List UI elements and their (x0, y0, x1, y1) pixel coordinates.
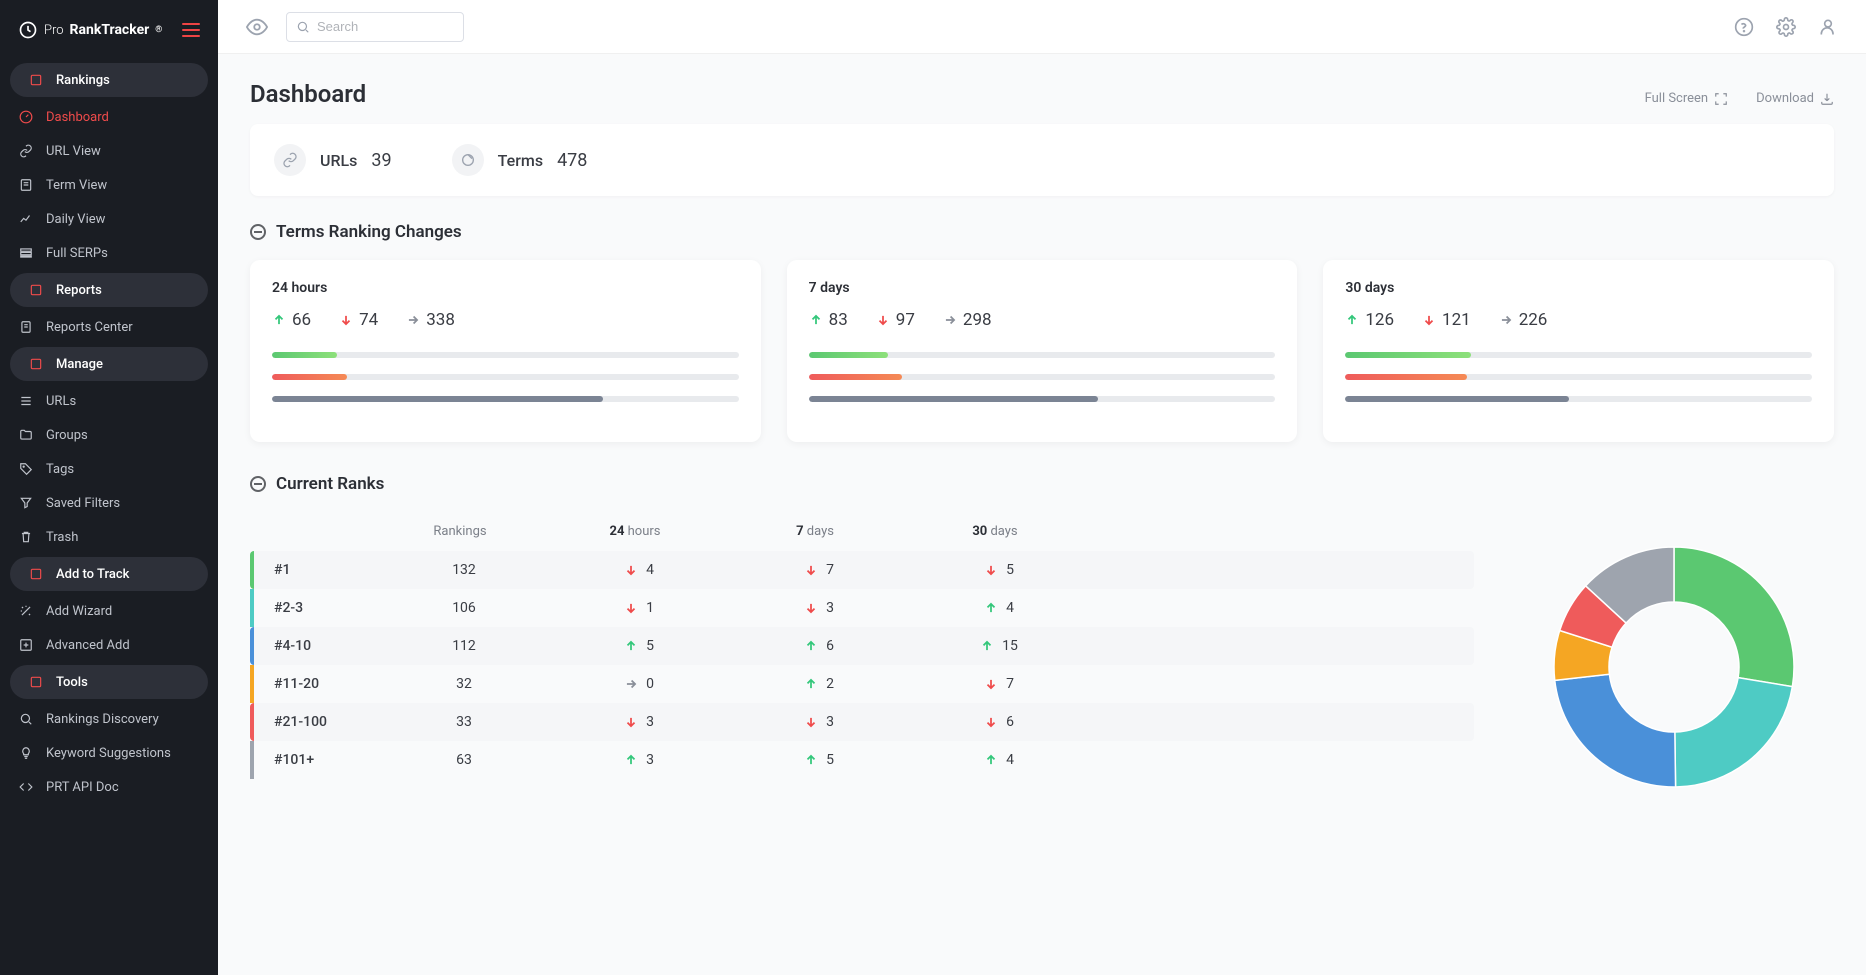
nav-item-full-serps[interactable]: Full SERPs (0, 236, 218, 270)
nav-item-dashboard[interactable]: Dashboard (0, 100, 218, 134)
ranks-section-title: Current Ranks (276, 474, 384, 494)
change-card: 7 days 83 97 298 (787, 260, 1298, 442)
terms-icon (452, 144, 484, 176)
rank-row[interactable]: #2-3106134 (250, 589, 1474, 627)
collapse-icon[interactable] (250, 224, 266, 240)
link-icon (18, 143, 34, 159)
menu-toggle-icon[interactable] (182, 23, 200, 37)
sidebar: ProProRankTrackerRankTracker® RankingsDa… (0, 0, 218, 975)
doc-icon (18, 319, 34, 335)
nav-item-term-view[interactable]: Term View (0, 168, 218, 202)
search-input[interactable] (286, 12, 464, 42)
metric-up: 66 (272, 310, 311, 330)
plus-icon (18, 637, 34, 653)
page-title: Dashboard (250, 80, 366, 108)
terms-value: 478 (557, 150, 587, 171)
stats-bar: URLs 39 Terms 478 (250, 124, 1834, 196)
section-icon (28, 566, 44, 582)
rank-row[interactable]: #1132475 (250, 551, 1474, 589)
metric-up: 126 (1345, 310, 1394, 330)
link-icon (274, 144, 306, 176)
tag-icon (18, 461, 34, 477)
nav-item-keyword-suggestions[interactable]: Keyword Suggestions (0, 736, 218, 770)
stack-icon (18, 245, 34, 261)
nav-list: RankingsDashboardURL ViewTerm ViewDaily … (0, 60, 218, 804)
metric-same: 338 (406, 310, 455, 330)
search-icon (296, 20, 310, 34)
col-rankings: Rankings (380, 524, 540, 539)
metric-down: 97 (876, 310, 915, 330)
nav-item-prt-api-doc[interactable]: PRT API Doc (0, 770, 218, 804)
folder-icon (18, 427, 34, 443)
nav-item-advanced-add[interactable]: Advanced Add (0, 628, 218, 662)
metric-same: 226 (1499, 310, 1548, 330)
col-30d: 30 days (910, 524, 1080, 539)
nav-item-groups[interactable]: Groups (0, 418, 218, 452)
section-icon (28, 72, 44, 88)
metric-down: 121 (1422, 310, 1471, 330)
change-card: 30 days 126 121 226 (1323, 260, 1834, 442)
nav-item-trash[interactable]: Trash (0, 520, 218, 554)
nav-item-add-wizard[interactable]: Add Wizard (0, 594, 218, 628)
search-icon (18, 711, 34, 727)
nav-item-tools[interactable]: Tools (10, 665, 208, 699)
section-icon (28, 282, 44, 298)
download-button[interactable]: Download (1756, 91, 1834, 106)
metric-down: 74 (339, 310, 378, 330)
gauge-icon (18, 109, 34, 125)
visibility-icon[interactable] (246, 16, 268, 38)
ranks-donut-chart (1549, 542, 1799, 792)
wand-icon (18, 603, 34, 619)
topbar (218, 0, 1866, 54)
metric-up: 83 (809, 310, 848, 330)
code-icon (18, 779, 34, 795)
rank-row[interactable]: #11-2032027 (250, 665, 1474, 703)
nav-item-rankings[interactable]: Rankings (10, 63, 208, 97)
collapse-icon[interactable] (250, 476, 266, 492)
user-icon[interactable] (1818, 17, 1838, 37)
nav-item-daily-view[interactable]: Daily View (0, 202, 218, 236)
col-7d: 7 days (730, 524, 900, 539)
nav-item-reports[interactable]: Reports (10, 273, 208, 307)
nav-item-manage[interactable]: Manage (10, 347, 208, 381)
changes-section-title: Terms Ranking Changes (276, 222, 462, 242)
section-icon (28, 674, 44, 690)
bulb-icon (18, 745, 34, 761)
urls-value: 39 (371, 150, 391, 171)
urls-label: URLs (320, 151, 357, 170)
fullscreen-button[interactable]: Full Screen (1645, 91, 1729, 106)
nav-item-urls[interactable]: URLs (0, 384, 218, 418)
help-icon[interactable] (1734, 17, 1754, 37)
nav-item-saved-filters[interactable]: Saved Filters (0, 486, 218, 520)
app-logo[interactable]: ProProRankTrackerRankTracker® (18, 20, 162, 40)
nav-item-tags[interactable]: Tags (0, 452, 218, 486)
list-icon (18, 393, 34, 409)
rank-row[interactable]: #101+63354 (250, 741, 1474, 779)
ranks-table: Rankings 24 hours 7 days 30 days #113247… (250, 512, 1474, 779)
metric-same: 298 (943, 310, 992, 330)
settings-icon[interactable] (1776, 17, 1796, 37)
nav-item-add-to-track[interactable]: Add to Track (10, 557, 208, 591)
change-card: 24 hours 66 74 338 (250, 260, 761, 442)
trash-icon (18, 529, 34, 545)
nav-item-rankings-discovery[interactable]: Rankings Discovery (0, 702, 218, 736)
note-icon (18, 177, 34, 193)
filter-icon (18, 495, 34, 511)
col-24h: 24 hours (550, 524, 720, 539)
terms-label: Terms (498, 151, 543, 170)
rank-row[interactable]: #21-10033336 (250, 703, 1474, 741)
nav-item-url-view[interactable]: URL View (0, 134, 218, 168)
section-icon (28, 356, 44, 372)
rank-row[interactable]: #4-101125615 (250, 627, 1474, 665)
nav-item-reports-center[interactable]: Reports Center (0, 310, 218, 344)
chart-icon (18, 211, 34, 227)
